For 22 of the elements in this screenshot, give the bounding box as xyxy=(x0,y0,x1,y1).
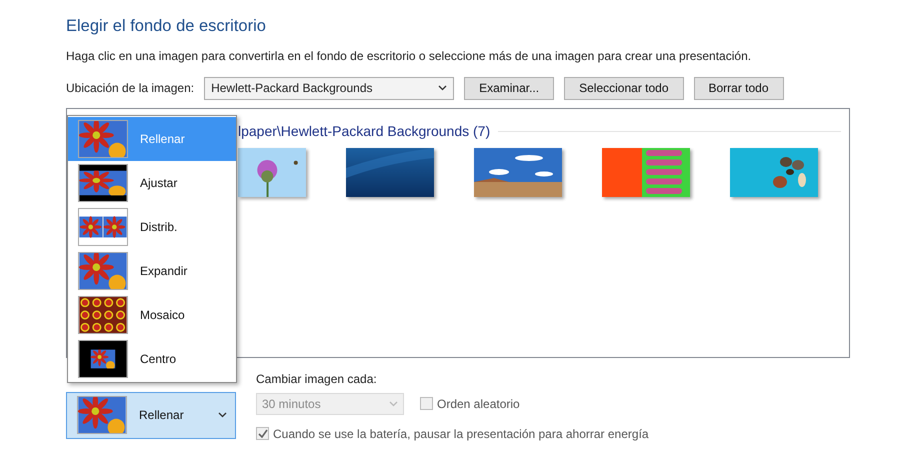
interval-label: Cambiar imagen cada: xyxy=(256,370,378,388)
menu-item[interactable]: Ajustar xyxy=(68,161,236,205)
location-label: Ubicación de la imagen: xyxy=(66,80,194,98)
page-title: Elegir el fondo de escritorio xyxy=(66,16,267,37)
shuffle-checkbox[interactable] xyxy=(420,397,433,410)
position-dropdown[interactable]: Rellenar xyxy=(66,392,236,439)
group-header: lpaper\Hewlett-Packard Backgrounds (7) xyxy=(238,122,490,141)
menu-item[interactable]: Expandir xyxy=(68,249,236,293)
shuffle-label: Orden aleatorio xyxy=(437,396,520,413)
location-dropdown[interactable]: Hewlett-Packard Backgrounds xyxy=(204,76,454,100)
menu-item[interactable]: Centro xyxy=(68,337,236,381)
caret-icon xyxy=(438,85,448,92)
battery-checkbox[interactable] xyxy=(256,427,269,440)
caret-icon xyxy=(218,412,227,418)
action-button[interactable]: Seleccionar todo xyxy=(564,76,684,100)
caret-icon xyxy=(389,400,398,407)
instructions-text: Haga clic en una imagen para convertirla en el fondo de escritorio o seleccione más de una imagen para crear una presentación. xyxy=(66,48,752,65)
menu-item[interactable]: Distrib. xyxy=(68,205,236,249)
action-button[interactable]: Examinar... xyxy=(464,76,554,100)
menu-item[interactable]: Mosaico xyxy=(68,293,236,337)
action-button[interactable]: Borrar todo xyxy=(694,76,784,100)
battery-label: Cuando se use la batería, pausar la presentación para ahorrar energía xyxy=(273,426,649,443)
